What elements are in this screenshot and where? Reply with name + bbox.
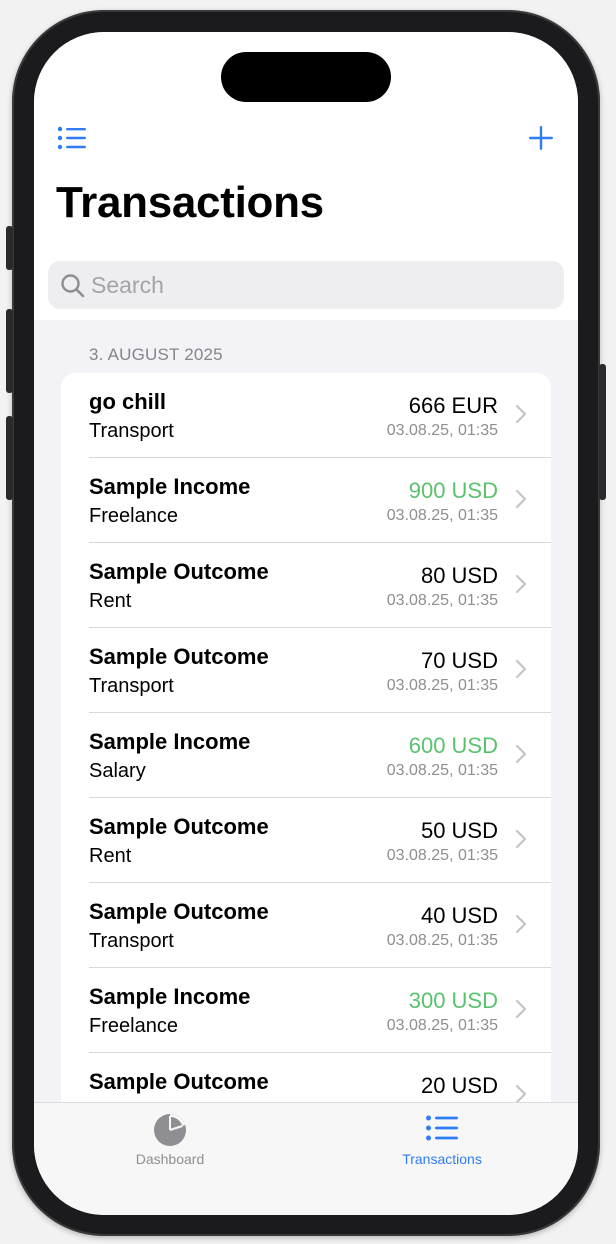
transaction-row[interactable]: Sample Outcome Rent 50 USD 03.08.25, 01:…: [61, 798, 551, 883]
volume-up-button: [6, 309, 13, 393]
list-icon: [426, 1115, 458, 1141]
transaction-category: Rent: [89, 845, 132, 867]
transaction-date: 03.08.25, 01:35: [386, 507, 498, 524]
transaction-title: Sample Income: [89, 984, 251, 1009]
dynamic-island: [221, 52, 391, 102]
screen: Transactions Search 3. AUGUST 2025 go ch…: [34, 32, 578, 1215]
transaction-row[interactable]: Sample Outcome Transport 40 USD 03.08.25…: [61, 883, 551, 968]
transaction-category: Salary: [89, 760, 146, 782]
transaction-amount: 600 USD: [408, 733, 498, 758]
search-icon: [61, 274, 85, 298]
tab-dashboard[interactable]: Dashboard: [70, 1103, 270, 1183]
transaction-title: Sample Income: [89, 729, 251, 754]
plus-icon: [529, 126, 553, 150]
tab-label-dashboard: Dashboard: [135, 1151, 205, 1167]
transaction-row[interactable]: Sample Income Freelance 300 USD 03.08.25…: [61, 968, 551, 1053]
transaction-amount: 70 USD: [420, 648, 498, 673]
transaction-amount: 80 USD: [420, 563, 498, 588]
transaction-amount: 900 USD: [408, 478, 498, 503]
transaction-row[interactable]: Sample Outcome Transport 70 USD 03.08.25…: [61, 628, 551, 713]
tab-transactions[interactable]: Transactions: [342, 1103, 542, 1183]
pie-chart-icon: [154, 1114, 186, 1146]
transaction-amount: 20 USD: [420, 1073, 498, 1098]
chevron-right-icon: [515, 489, 527, 509]
transaction-row[interactable]: go chill Transport 666 EUR 03.08.25, 01:…: [61, 373, 551, 458]
chevron-right-icon: [515, 659, 527, 679]
transaction-title: Sample Outcome: [89, 559, 269, 584]
transaction-title: go chill: [89, 389, 166, 414]
transaction-amount: 300 USD: [408, 988, 498, 1013]
transaction-amount: 50 USD: [420, 818, 498, 843]
transaction-category: Transport: [89, 420, 174, 442]
transaction-row[interactable]: Sample Income Salary 600 USD 03.08.25, 0…: [61, 713, 551, 798]
chevron-right-icon: [515, 829, 527, 849]
tab-label-transactions: Transactions: [402, 1151, 482, 1167]
chevron-right-icon: [515, 404, 527, 424]
menu-list-button[interactable]: [56, 124, 88, 157]
page-title: Transactions: [56, 178, 324, 227]
transaction-category: Freelance: [89, 505, 178, 527]
transaction-category: Freelance: [89, 1015, 178, 1037]
transaction-date: 03.08.25, 01:35: [386, 422, 498, 439]
search-placeholder: Search: [91, 272, 164, 298]
transaction-title: Sample Outcome: [89, 814, 269, 839]
action-button: [6, 226, 13, 270]
list-icon: [57, 126, 86, 150]
chevron-right-icon: [515, 999, 527, 1019]
transaction-row[interactable]: Sample Outcome Rent 80 USD 03.08.25, 01:…: [61, 543, 551, 628]
add-transaction-button[interactable]: [527, 124, 555, 157]
chevron-right-icon: [515, 744, 527, 764]
transaction-amount: 666 EUR: [408, 393, 498, 418]
section-header-date: 3. AUGUST 2025: [89, 345, 223, 364]
transaction-category: Rent: [89, 590, 132, 612]
chevron-right-icon: [515, 914, 527, 934]
transaction-date: 03.08.25, 01:35: [386, 1017, 498, 1034]
transaction-category: Transport: [89, 675, 174, 697]
chevron-right-icon: [515, 1084, 527, 1104]
tab-bar: Dashboard Transactions: [34, 1102, 578, 1215]
transaction-title: Sample Income: [89, 474, 251, 499]
transaction-title: Sample Outcome: [89, 1069, 269, 1094]
transaction-title: Sample Outcome: [89, 644, 269, 669]
chevron-right-icon: [515, 574, 527, 594]
transaction-date: 03.08.25, 01:35: [386, 592, 498, 609]
transaction-date: 03.08.25, 01:35: [386, 762, 498, 779]
transaction-date: 03.08.25, 01:35: [386, 847, 498, 864]
transaction-category: Transport: [89, 930, 174, 952]
transaction-amount: 40 USD: [420, 903, 498, 928]
transaction-date: 03.08.25, 01:35: [386, 677, 498, 694]
transactions-list: go chill Transport 666 EUR 03.08.25, 01:…: [61, 373, 551, 1133]
transaction-title: Sample Outcome: [89, 899, 269, 924]
search-field[interactable]: Search: [48, 261, 564, 309]
power-button: [599, 364, 606, 500]
transaction-date: 03.08.25, 01:35: [386, 932, 498, 949]
transaction-row[interactable]: Sample Income Freelance 900 USD 03.08.25…: [61, 458, 551, 543]
volume-down-button: [6, 416, 13, 500]
